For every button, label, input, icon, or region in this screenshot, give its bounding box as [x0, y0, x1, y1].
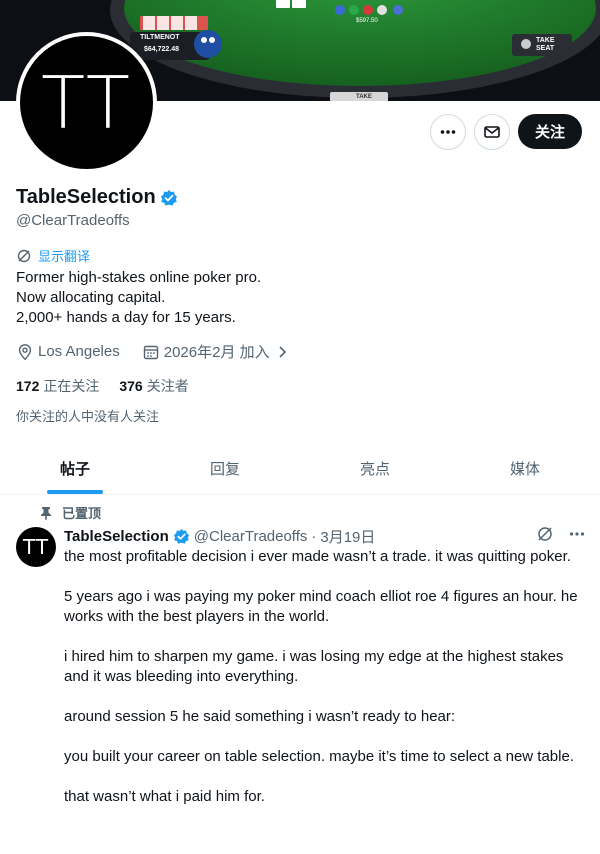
message-button[interactable] — [474, 114, 510, 150]
tweet-paragraph: i hired him to sharpen my game. i was lo… — [64, 648, 564, 685]
pot-amount: $597.50 — [356, 18, 378, 24]
tweet-separator: · — [311, 528, 317, 545]
tab-label: 回复 — [209, 460, 240, 478]
active-tab-indicator — [47, 490, 103, 494]
calendar-icon — [143, 345, 158, 359]
avatar-initials: TT — [41, 60, 132, 145]
grok-icon[interactable] — [536, 525, 554, 543]
verified-badge-icon — [173, 528, 189, 544]
handle: @ClearTradeoffs — [16, 212, 130, 229]
pin-icon — [41, 506, 51, 520]
followers-you-know: 你关注的人中没有人关注 — [16, 409, 160, 424]
display-name-row: TableSelection — [16, 186, 178, 209]
following-count: 172 — [16, 378, 40, 394]
tweet-paragraph: the most profitable decision i ever made… — [64, 548, 571, 565]
show-translation-link[interactable]: 显示翻译 — [16, 246, 90, 265]
verified-badge-icon[interactable] — [160, 189, 178, 207]
tweet-paragraph: around session 5 he said something i was… — [64, 708, 456, 725]
tab-highlights[interactable]: 亮点 — [300, 442, 450, 494]
tweet-avatar-initials: TT — [22, 535, 50, 559]
tab-replies[interactable]: 回复 — [150, 442, 300, 494]
followers-link[interactable]: 376 关注者 — [119, 376, 188, 396]
tweet-actions — [536, 525, 586, 543]
following-link[interactable]: 172 正在关注 — [16, 376, 99, 396]
more-options-button[interactable] — [430, 114, 466, 150]
tab-label: 媒体 — [509, 460, 540, 478]
take-seat-label: TAKE SEAT — [536, 37, 555, 52]
location-pin-icon — [18, 343, 32, 360]
join-date: 2026年2月 加入 — [163, 344, 270, 361]
tweet-text: the most profitable decision i ever made… — [64, 547, 584, 827]
tweet-author-handle[interactable]: @ClearTradeoffs — [194, 528, 308, 545]
more-icon[interactable] — [568, 525, 586, 543]
pinned-indicator: 已置顶 — [40, 503, 101, 522]
tweet-paragraph: you built your career on table selection… — [64, 748, 574, 765]
tweet-header: TableSelection @ClearTradeoffs · 3月19日 — [64, 526, 375, 547]
pinned-label: 已置顶 — [62, 506, 102, 521]
tweet-avatar[interactable]: TT — [16, 527, 56, 567]
bio-line: Now allocating capital. — [16, 289, 166, 306]
bio: Former high-stakes online poker pro. Now… — [16, 268, 261, 328]
bio-line: Former high-stakes online poker pro. — [16, 269, 262, 286]
chevron-right-icon[interactable] — [274, 344, 290, 360]
display-name: TableSelection — [16, 186, 156, 208]
more-icon — [440, 130, 456, 134]
player-name: TILTMENOT — [140, 34, 180, 41]
player-stack: $64,722.48 — [144, 46, 180, 53]
show-translation-label: 显示翻译 — [38, 249, 91, 264]
bio-line: 2,000+ hands a day for 15 years. — [16, 309, 236, 326]
mail-icon — [484, 126, 500, 138]
followers-count: 376 — [119, 378, 143, 394]
tweet-paragraph: 5 years ago i was paying my poker mind c… — [64, 588, 578, 625]
tab-label: 亮点 — [359, 460, 390, 478]
tweet-date[interactable]: 3月19日 — [320, 526, 375, 547]
profile-tabs: 帖子 回复 亮点 媒体 — [0, 442, 600, 495]
profile-meta: Los Angeles 2026年2月 加入 — [16, 341, 290, 362]
location: Los Angeles — [38, 343, 120, 360]
follow-button[interactable]: 关注 — [518, 114, 582, 149]
tab-posts[interactable]: 帖子 — [0, 442, 150, 494]
tweet-author-name[interactable]: TableSelection — [64, 528, 169, 545]
tab-media[interactable]: 媒体 — [450, 442, 600, 494]
translate-icon — [17, 249, 31, 262]
followers-label: 关注者 — [146, 378, 189, 394]
tab-label: 帖子 — [59, 460, 90, 478]
take-tab-label: TAKE — [356, 94, 372, 100]
following-label: 正在关注 — [43, 378, 100, 394]
follow-stats: 172 正在关注 376 关注者 — [16, 376, 189, 396]
profile-avatar[interactable]: TT — [16, 32, 157, 173]
tweet-paragraph: that wasn’t what i paid him for. — [64, 788, 265, 805]
